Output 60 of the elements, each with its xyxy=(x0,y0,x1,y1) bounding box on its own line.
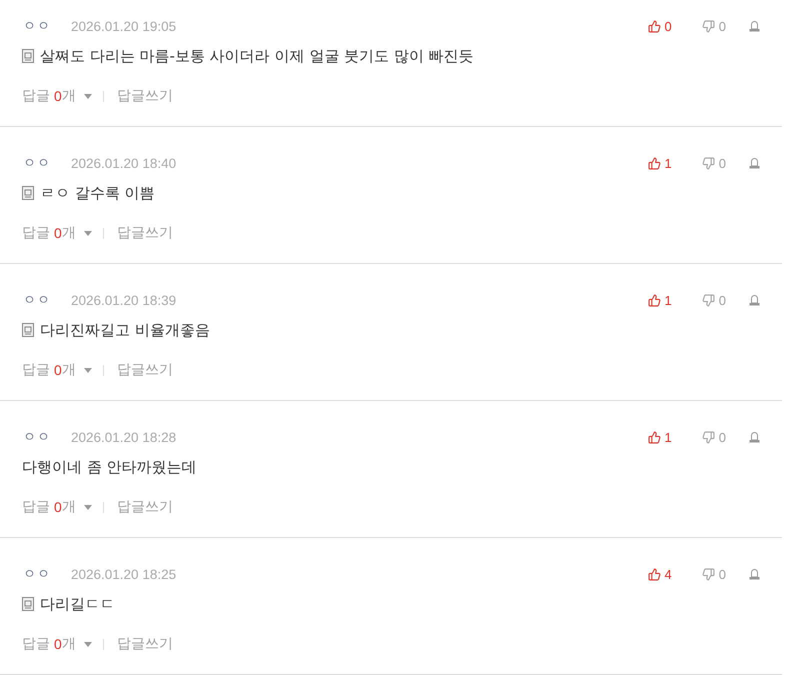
report-button[interactable] xyxy=(749,568,760,580)
caret-icon xyxy=(84,94,92,98)
author-name[interactable]: ㅇㅇ xyxy=(23,565,51,583)
reply-toggle[interactable]: 답글 0개 xyxy=(22,224,92,242)
author-name[interactable]: ㅇㅇ xyxy=(23,291,51,309)
reply-toggle[interactable]: 답글 0개 xyxy=(22,498,92,516)
write-reply-link[interactable]: 답글쓰기 xyxy=(116,361,173,379)
siren-icon xyxy=(749,294,760,306)
like-button[interactable]: 1 xyxy=(648,292,672,308)
caret-icon xyxy=(84,368,92,372)
thumbs-up-icon xyxy=(648,568,661,580)
thumbs-down-icon xyxy=(702,568,715,580)
dislike-button[interactable]: 0 xyxy=(702,430,726,444)
comment-date: 2026.01.20 18:25 xyxy=(71,566,176,582)
thumbs-up-icon xyxy=(648,430,661,444)
thumbs-down-icon xyxy=(702,20,715,32)
report-button[interactable] xyxy=(749,158,760,168)
comment-date: 2026.01.20 18:28 xyxy=(71,430,176,444)
write-reply-link[interactable]: 답글쓰기 xyxy=(116,87,173,105)
siren-icon xyxy=(749,158,760,168)
thumbs-up-icon xyxy=(648,20,661,32)
comment-date: 2026.01.20 18:39 xyxy=(71,292,176,308)
reply-toggle[interactable]: 답글 0개 xyxy=(22,361,92,379)
comment-date: 2026.01.20 19:05 xyxy=(71,18,176,34)
like-button[interactable]: 1 xyxy=(648,156,672,170)
siren-icon xyxy=(749,20,760,32)
write-reply-link[interactable]: 답글쓰기 xyxy=(116,498,173,516)
write-reply-link[interactable]: 답글쓰기 xyxy=(116,224,173,242)
like-button[interactable]: 4 xyxy=(648,566,672,582)
reply-toggle[interactable]: 답글 0개 xyxy=(22,635,92,653)
comment-text: 다행이네 좀 안타까웠는데 xyxy=(22,458,197,476)
dislike-button[interactable]: 0 xyxy=(702,292,726,308)
reply-toggle[interactable]: 답글 0개 xyxy=(22,87,92,105)
author-name[interactable]: ㅇㅇ xyxy=(23,17,51,35)
dislike-button[interactable]: 0 xyxy=(702,566,726,582)
report-button[interactable] xyxy=(749,432,760,442)
thumbs-up-icon xyxy=(648,294,661,306)
comment-date: 2026.01.20 18:40 xyxy=(71,156,176,170)
siren-icon xyxy=(749,568,760,580)
write-reply-link[interactable]: 답글쓰기 xyxy=(116,635,173,653)
caret-icon xyxy=(84,642,92,646)
comment-text: ㄹㅇ 갈수록 이쁨 xyxy=(40,184,155,202)
comment-text: 다리진짜길고 비율개좋음 xyxy=(40,320,210,340)
like-button[interactable]: 1 xyxy=(648,430,672,444)
siren-icon xyxy=(749,432,760,442)
author-name[interactable]: ㅇㅇ xyxy=(23,154,51,172)
dislike-button[interactable]: 0 xyxy=(702,156,726,170)
thumbs-down-icon xyxy=(702,156,715,170)
report-button[interactable] xyxy=(749,20,760,32)
comment-text: 살쪄도 다리는 마름-보통 사이더라 이제 얼굴 붓기도 많이 빠진듯 xyxy=(40,46,474,66)
thumbs-down-icon xyxy=(702,430,715,444)
caret-icon xyxy=(84,504,92,510)
thumbs-up-icon xyxy=(648,156,661,170)
like-button[interactable]: 0 xyxy=(648,18,672,34)
dislike-button[interactable]: 0 xyxy=(702,18,726,34)
thumbs-down-icon xyxy=(702,294,715,306)
author-name[interactable]: ㅇㅇ xyxy=(23,428,51,446)
report-button[interactable] xyxy=(749,294,760,306)
caret-icon xyxy=(84,230,92,236)
comment-text: 다리길ㄷㄷ xyxy=(40,594,115,614)
